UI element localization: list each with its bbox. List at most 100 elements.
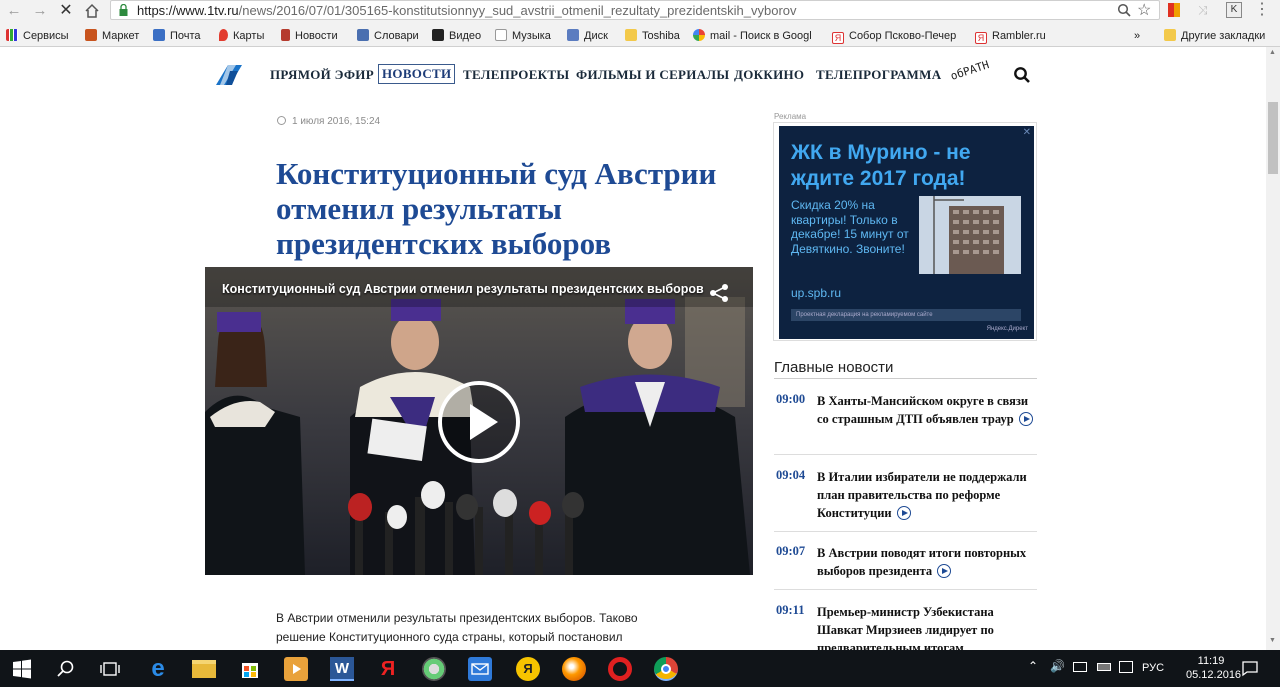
bookmark-disk[interactable]: Диск [567, 28, 608, 44]
url-text: https://www.1tv.ru/news/2016/07/01/30516… [137, 3, 797, 18]
music-icon [495, 29, 507, 41]
nav-live[interactable]: ПРЯМОЙ ЭФИР [270, 67, 374, 83]
back-icon[interactable]: ← [4, 1, 24, 21]
volume-icon[interactable]: 🔊 [1050, 659, 1065, 673]
nav-dockino[interactable]: ДОККИНО [734, 67, 804, 83]
yandex-browser-icon[interactable]: Я [376, 657, 400, 681]
bookmark-video[interactable]: Видео [432, 28, 481, 44]
clock-date: 05.12.2016 [1186, 669, 1242, 681]
forward-icon[interactable]: → [30, 1, 50, 21]
bookmark-rambler[interactable]: Я Rambler.ru [975, 28, 1046, 44]
article-body: В Австрии отменили результаты президентс… [276, 611, 638, 644]
url-bar[interactable]: https://www.1tv.ru/news/2016/07/01/30516… [110, 0, 1160, 20]
ad-title[interactable]: ЖК в Мурино - не ждите 2017 года! [791, 140, 1031, 192]
scroll-up-icon[interactable]: ▲ [1269, 49, 1276, 56]
bookmark-mail[interactable]: Почта [153, 28, 201, 44]
divider [774, 589, 1037, 590]
ad-building-image [919, 196, 1021, 274]
news-headline[interactable]: Премьер-министр Узбекистана Шавкат Мирзи… [817, 603, 1037, 650]
ad-label: Реклама [774, 112, 807, 121]
nav-films[interactable]: ФИЛЬМЫ И СЕРИАЛЫ [576, 67, 729, 83]
home-icon[interactable] [82, 1, 102, 21]
media-player-icon[interactable] [284, 657, 308, 681]
display-icon[interactable] [1073, 662, 1087, 672]
main-news-title: Главные новости [774, 359, 894, 376]
bookmark-maps[interactable]: Карты [219, 28, 264, 44]
ad-text: Скидка 20% на квартиры! Только в декабре… [791, 198, 909, 256]
nav-tvguide[interactable]: ТЕЛЕПРОГРАММА [816, 67, 941, 83]
battery-icon[interactable] [1097, 663, 1111, 671]
article-headline: Конституционный суд Австрии отменил резу… [276, 156, 717, 261]
notifications-icon[interactable] [1241, 659, 1259, 677]
ad-banner[interactable]: ЖК в Мурино - не ждите 2017 года! Скидка… [779, 126, 1034, 339]
scroll-down-icon[interactable]: ▼ [1269, 637, 1276, 644]
extension-k-icon[interactable]: K [1226, 2, 1242, 18]
task-view-icon[interactable] [98, 657, 122, 681]
chrome-icon[interactable] [654, 657, 678, 681]
bookmark-star-icon[interactable]: ☆ [1137, 0, 1151, 20]
video-play-icon[interactable] [937, 564, 952, 578]
browser-chrome: ← → ✕ https://www.1tv.ru/news/2016/07/01… [0, 0, 1280, 47]
video-player[interactable]: Конституционный суд Австрии отменил резу… [205, 267, 753, 575]
ad-network[interactable]: Яндекс.Директ [987, 326, 1028, 332]
news-item[interactable]: 09:11 Премьер-министр Узбекистана Шавкат… [774, 603, 1037, 650]
divider [774, 454, 1037, 455]
video-play-icon[interactable] [896, 506, 911, 520]
file-explorer-icon[interactable] [192, 660, 216, 678]
mail-app-icon[interactable] [468, 657, 492, 681]
bookmark-other[interactable]: Другие закладки [1164, 28, 1265, 44]
ad-close-icon[interactable]: ✕ [1023, 127, 1031, 138]
extension-flag-icon[interactable] [1168, 3, 1180, 17]
dictionary-icon [357, 29, 369, 41]
edge-icon[interactable]: e [146, 657, 170, 681]
menu-icon[interactable]: ⋮ [1254, 1, 1270, 19]
article-date: 1 июля 2016, 15:24 [277, 116, 380, 127]
advertisement[interactable]: ЖК в Мурино - не ждите 2017 года! Скидка… [773, 122, 1037, 341]
bookmark-music[interactable]: Музыка [495, 28, 551, 44]
page-scrollbar[interactable]: ▲ ▼ [1266, 47, 1280, 650]
news-headline[interactable]: В Ханты-Мансийском округе в связи со стр… [817, 392, 1037, 428]
bookmark-services[interactable]: Сервисы [6, 28, 69, 44]
bookmark-sobor[interactable]: Я Собор Псково-Печер [832, 28, 956, 44]
news-time: 09:04 [776, 468, 806, 482]
store-icon[interactable] [238, 657, 262, 681]
network-icon[interactable] [1119, 661, 1133, 673]
windows-start-icon[interactable] [10, 657, 34, 681]
nav-teleprojects[interactable]: ТЕЛЕПРОЕКТЫ [463, 67, 569, 83]
yandex-icon: Я [975, 32, 987, 44]
share-icon[interactable] [708, 283, 730, 303]
scroll-thumb[interactable] [1268, 102, 1278, 174]
bookmark-google-search[interactable]: mail - Поиск в Googl [693, 28, 812, 44]
bookmark-dictionaries[interactable]: Словари [357, 28, 419, 44]
app-circle-icon[interactable] [422, 657, 446, 681]
clock-icon [277, 116, 286, 125]
keyboard-language[interactable]: РУС [1142, 662, 1164, 674]
zoom-icon[interactable] [1117, 3, 1131, 17]
windows-taskbar: e W Я Я ⌃ 🔊 [0, 650, 1280, 687]
chrome-like-app-icon[interactable] [562, 657, 586, 681]
system-clock[interactable]: 11:19 05.12.2016 [1186, 654, 1242, 682]
news-time: 09:07 [776, 544, 806, 558]
promo-logo[interactable]: обРАТН [949, 58, 991, 83]
bookmark-toshiba[interactable]: Toshiba [625, 28, 680, 44]
search-icon[interactable] [54, 657, 78, 681]
opera-icon[interactable] [608, 657, 632, 681]
news-headline[interactable]: В Австрии поводят итоги повторных выборо… [817, 544, 1037, 580]
play-icon[interactable] [437, 380, 521, 464]
tray-expand-icon[interactable]: ⌃ [1028, 659, 1038, 673]
bookmark-market[interactable]: Маркет [85, 28, 139, 44]
nav-news[interactable]: НОВОСТИ [378, 64, 456, 84]
search-icon[interactable] [1013, 66, 1031, 84]
bookmarks-more[interactable]: » [1134, 28, 1140, 44]
extension-key-icon[interactable]: ⤨ [1198, 3, 1212, 17]
yandex-app-icon[interactable]: Я [516, 657, 540, 681]
news-headline[interactable]: В Италии избиратели не поддержали план п… [817, 468, 1037, 522]
video-icon [432, 29, 444, 41]
stop-icon[interactable]: ✕ [56, 1, 76, 21]
ad-url[interactable]: up.spb.ru [791, 286, 841, 300]
word-icon[interactable]: W [330, 657, 354, 681]
video-play-icon[interactable] [1018, 412, 1033, 426]
channel-one-logo[interactable] [206, 61, 258, 89]
disk-icon [567, 29, 579, 41]
bookmark-news[interactable]: Новости [281, 28, 338, 44]
